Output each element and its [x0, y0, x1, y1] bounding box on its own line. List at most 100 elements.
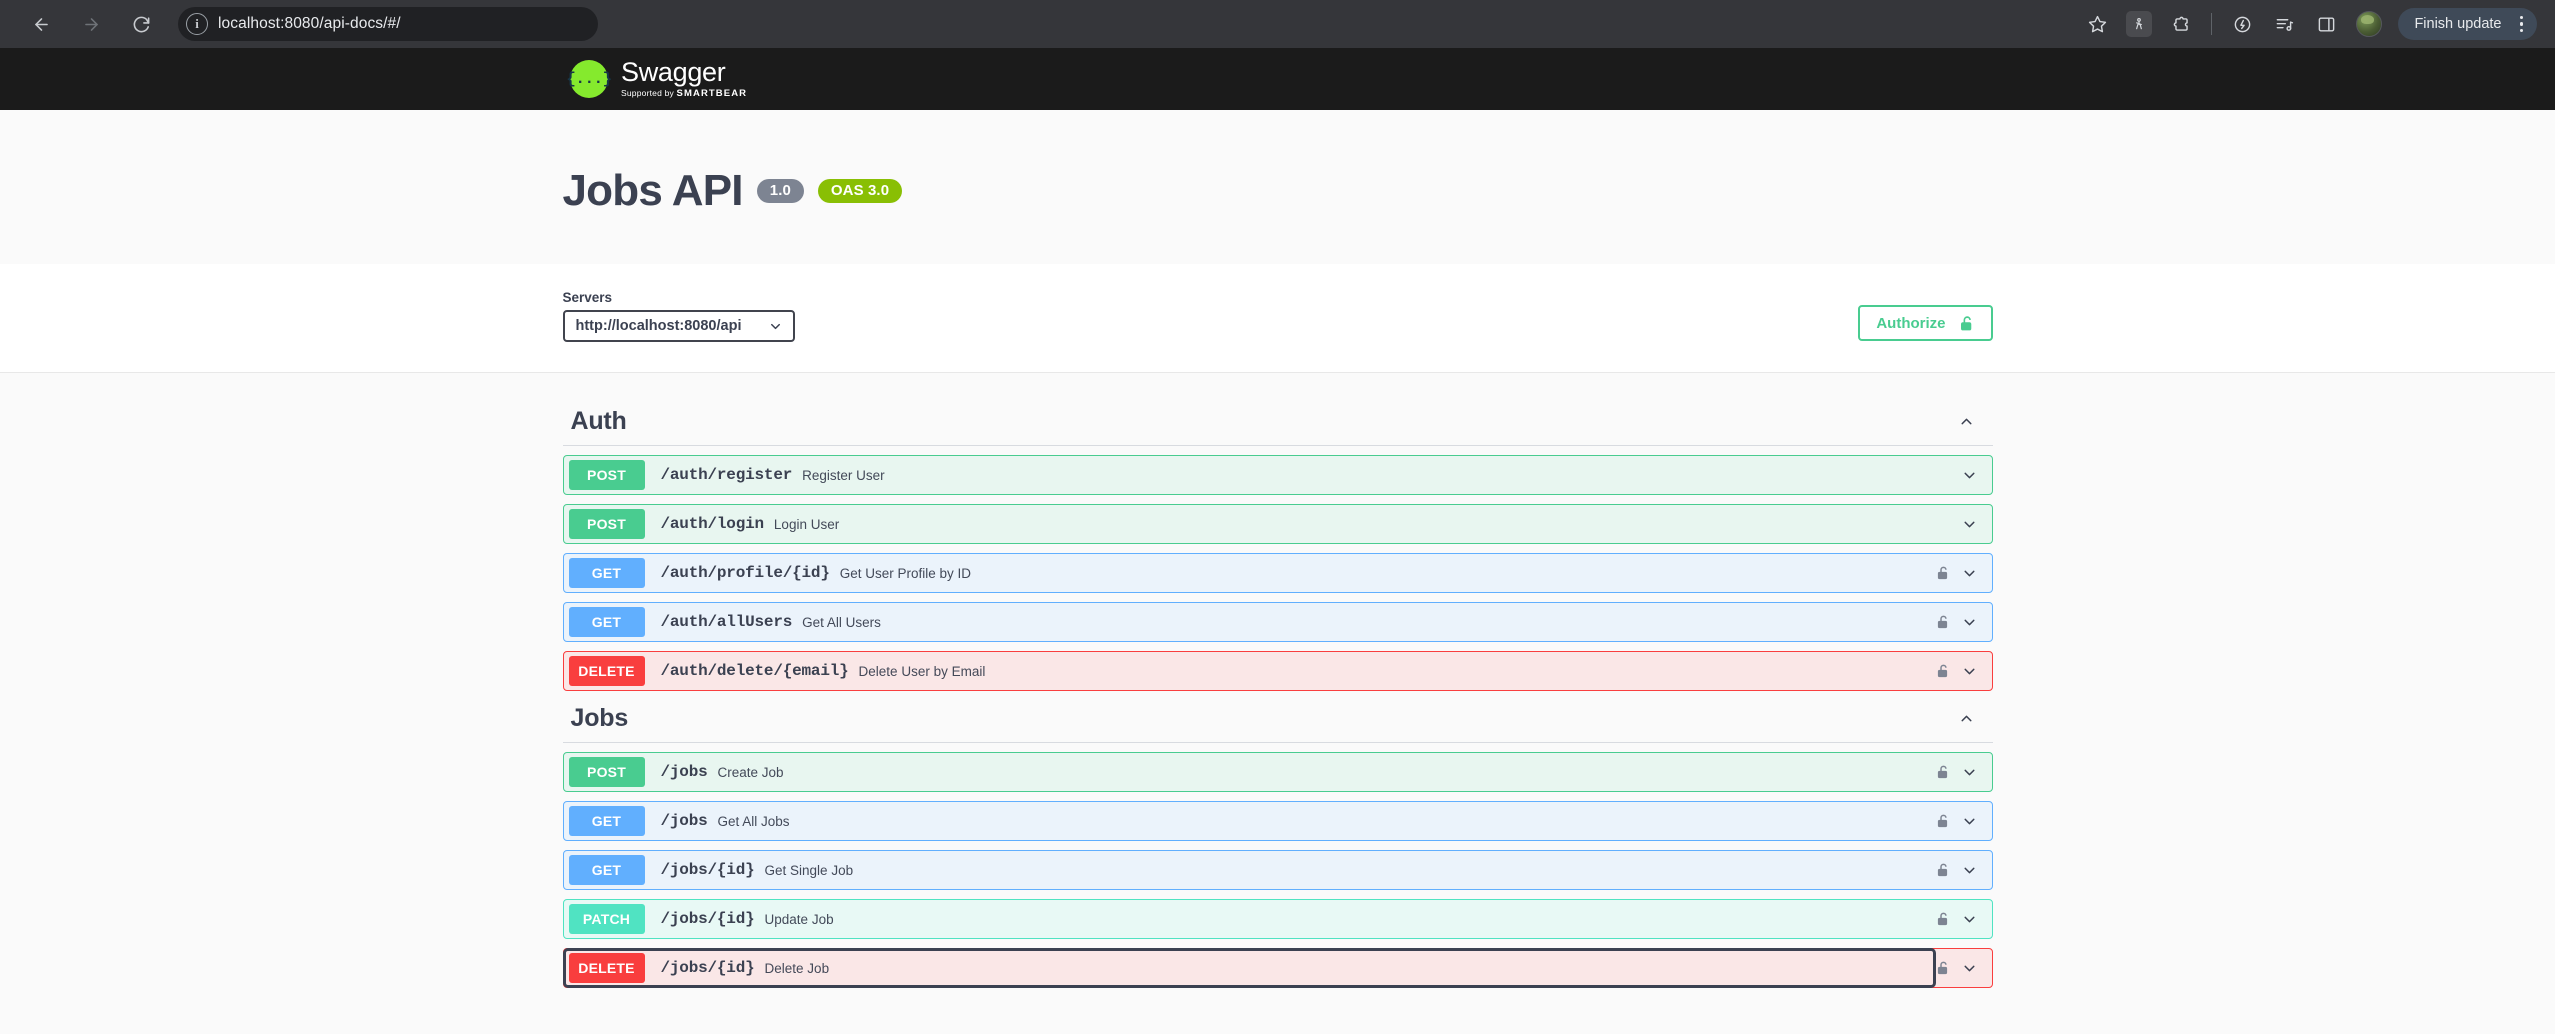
api-info-band: Jobs API 1.0 OAS 3.0: [0, 110, 2555, 264]
operation-controls: [1935, 603, 1992, 641]
chevron-down-icon[interactable]: [1959, 516, 1980, 533]
star-icon[interactable]: [2077, 4, 2117, 44]
operation-summary[interactable]: DELETE/auth/delete/{email} Delete User by…: [564, 652, 1935, 690]
operation-summary-text: Get User Profile by ID: [839, 565, 972, 581]
unlock-icon[interactable]: [1935, 911, 1951, 927]
tag-name: Jobs: [570, 704, 629, 732]
unlock-icon[interactable]: [1935, 663, 1951, 679]
operation-path: /jobs: [660, 763, 708, 781]
puzzle-piece-icon[interactable]: [2161, 4, 2201, 44]
operation-path: /auth/register: [660, 466, 793, 484]
method-badge: DELETE: [568, 953, 645, 983]
chevron-up-icon[interactable]: [1958, 413, 1979, 430]
chevron-down-icon[interactable]: [1959, 813, 1980, 830]
operation-path: /jobs: [660, 812, 708, 830]
operation-row[interactable]: POST/auth/login Login User: [562, 504, 1993, 544]
swagger-braces-icon: {...}: [566, 60, 612, 98]
operation-path: /jobs/{id}: [660, 959, 755, 977]
kebab-menu-icon[interactable]: [2512, 15, 2532, 33]
operation-summary-text: Update Job: [764, 911, 834, 927]
operation-summary[interactable]: PATCH/jobs/{id} Update Job: [564, 900, 1935, 938]
chevron-down-icon[interactable]: [1959, 467, 1980, 484]
unlock-icon[interactable]: [1935, 813, 1951, 829]
operation-summary-text: Get All Users: [802, 614, 881, 630]
operation-controls: [1935, 900, 1992, 938]
chevron-down-icon[interactable]: [1959, 911, 1980, 928]
performance-icon[interactable]: [2222, 4, 2262, 44]
authorize-button[interactable]: Authorize: [1858, 305, 1993, 341]
operation-controls: [1935, 554, 1992, 592]
operation-summary[interactable]: POST/jobs Create Job: [564, 753, 1935, 791]
operation-controls: [1959, 456, 1992, 494]
tag-header-jobs[interactable]: Jobs: [562, 700, 1993, 743]
browser-actions: Finish update: [2077, 4, 2537, 44]
chevron-down-icon[interactable]: [1959, 663, 1980, 680]
operation-row[interactable]: POST/auth/register Register User: [562, 455, 1993, 495]
operation-row[interactable]: POST/jobs Create Job: [562, 752, 1993, 792]
operation-row[interactable]: GET/jobs/{id} Get Single Job: [562, 850, 1993, 890]
operation-path: /auth/profile/{id}: [660, 564, 830, 582]
chevron-down-icon[interactable]: [1959, 960, 1980, 977]
tag-section: Auth POST/auth/register Register User POST /…: [562, 403, 1993, 691]
reload-button[interactable]: [118, 1, 164, 47]
unlock-icon[interactable]: [1935, 862, 1951, 878]
operation-summary[interactable]: POST/auth/register Register User: [564, 456, 1959, 494]
operation-row[interactable]: PATCH/jobs/{id} Update Job: [562, 899, 1993, 939]
chevron-down-icon[interactable]: [1959, 862, 1980, 879]
forward-button[interactable]: [68, 1, 114, 47]
chevron-up-icon[interactable]: [1958, 710, 1979, 727]
operation-summary[interactable]: POST/auth/login Login User: [564, 505, 1959, 543]
operations-area: Auth POST/auth/register Register User POST /…: [0, 373, 2555, 988]
method-badge: GET: [568, 558, 645, 588]
operation-summary[interactable]: GET/jobs Get All Jobs: [564, 802, 1935, 840]
address-bar-url: localhost:8080/api-docs/#/: [218, 15, 401, 32]
unlock-icon[interactable]: [1935, 565, 1951, 581]
finish-update-button[interactable]: Finish update: [2398, 8, 2537, 40]
tag-header-auth[interactable]: Auth: [562, 403, 1993, 446]
method-badge: POST: [568, 757, 645, 787]
server-select[interactable]: http://localhost:8080/api: [562, 310, 795, 342]
swagger-logo[interactable]: {...} Swagger Supported by SMARTBEAR: [566, 57, 747, 99]
operation-summary[interactable]: GET/auth/profile/{id} Get User Profile by…: [564, 554, 1935, 592]
method-badge: GET: [568, 607, 645, 637]
operation-summary-text: Register User: [802, 467, 885, 483]
unlock-icon[interactable]: [1935, 960, 1951, 976]
browser-toolbar: i localhost:8080/api-docs/#/ Finish upda…: [0, 0, 2555, 48]
operation-summary[interactable]: GET/auth/allUsers Get All Users: [564, 603, 1935, 641]
operation-path: /jobs/{id}: [660, 910, 755, 928]
operation-summary-text: Login User: [773, 516, 840, 532]
tag-name: Auth: [570, 407, 627, 435]
operation-summary[interactable]: DELETE/jobs/{id} Delete Job: [562, 948, 1936, 988]
avatar[interactable]: [2356, 11, 2383, 37]
operation-row[interactable]: DELETE/jobs/{id} Delete Job: [562, 948, 1993, 988]
swagger-brand-name: Swagger: [621, 57, 726, 88]
toolbar-divider: [2211, 13, 2213, 35]
operation-summary[interactable]: GET/jobs/{id} Get Single Job: [564, 851, 1935, 889]
site-info-icon[interactable]: i: [186, 13, 208, 35]
operation-summary-text: Get All Jobs: [717, 813, 790, 829]
operation-controls: [1959, 505, 1992, 543]
servers-band: Servers http://localhost:8080/api Author…: [0, 264, 2555, 373]
address-bar[interactable]: i localhost:8080/api-docs/#/: [178, 7, 598, 41]
chevron-down-icon[interactable]: [1959, 565, 1980, 582]
back-button[interactable]: [18, 1, 64, 47]
finish-update-label: Finish update: [2414, 16, 2502, 32]
unlock-icon[interactable]: [1935, 764, 1951, 780]
operation-controls: [1935, 802, 1992, 840]
chevron-down-icon[interactable]: [1959, 764, 1980, 781]
method-badge: POST: [568, 460, 645, 490]
unlock-icon[interactable]: [1935, 614, 1951, 630]
operation-controls: [1935, 949, 1992, 987]
operation-row[interactable]: GET/auth/profile/{id} Get User Profile by…: [562, 553, 1993, 593]
side-panel-icon[interactable]: [2306, 4, 2346, 44]
extension-icon[interactable]: [2126, 11, 2153, 37]
operation-path: /auth/delete/{email}: [660, 662, 849, 680]
authorize-label: Authorize: [1876, 314, 1946, 332]
operation-row[interactable]: GET/jobs Get All Jobs: [562, 801, 1993, 841]
operation-summary-text: Delete User by Email: [858, 663, 986, 679]
reading-list-icon[interactable]: [2264, 4, 2304, 44]
operation-row[interactable]: DELETE/auth/delete/{email} Delete User by…: [562, 651, 1993, 691]
chevron-down-icon[interactable]: [1959, 614, 1980, 631]
tag-section: Jobs POST/jobs Create Job GET/jobs Get All J…: [562, 700, 1993, 988]
operation-row[interactable]: GET/auth/allUsers Get All Users: [562, 602, 1993, 642]
